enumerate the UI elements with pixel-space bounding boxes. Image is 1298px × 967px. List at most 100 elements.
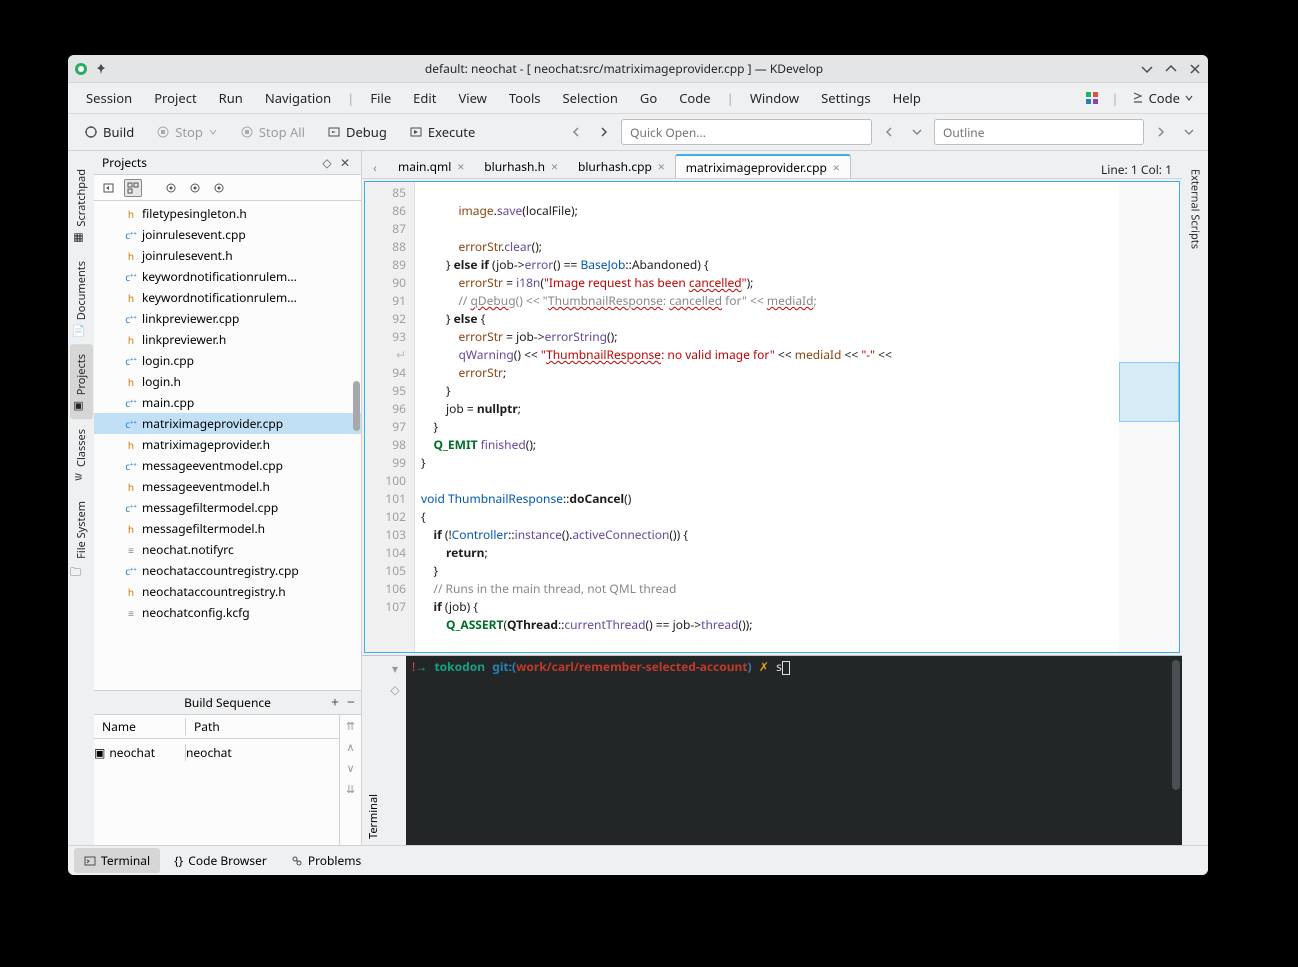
maximize-button[interactable] — [1164, 62, 1178, 76]
move-top-button[interactable]: ⇈ — [346, 719, 355, 734]
area-switcher-icon[interactable] — [1079, 89, 1105, 107]
menu-session[interactable]: Session — [76, 85, 142, 111]
tree-item[interactable]: c⁺⁺linkpreviewer.cpp — [94, 308, 361, 329]
editor-tab[interactable]: blurhash.cpp× — [568, 154, 675, 178]
vtab-documents[interactable]: 📄Documents — [70, 251, 93, 344]
project-tree[interactable]: hfiletypesingleton.hc⁺⁺joinrulesevent.cp… — [94, 201, 361, 690]
tree-item[interactable]: hfiletypesingleton.h — [94, 203, 361, 224]
editor-tab[interactable]: blurhash.h× — [474, 154, 568, 178]
tab-close-icon[interactable]: × — [658, 158, 665, 175]
tree-scrollbar[interactable] — [353, 381, 360, 431]
terminal-tab-label[interactable]: Terminal — [362, 656, 384, 845]
menu-tools[interactable]: Tools — [499, 85, 551, 111]
tree-item[interactable]: c⁺⁺keywordnotificationrulem... — [94, 266, 361, 287]
term-prev-button[interactable]: ◇ — [390, 681, 399, 698]
execute-button[interactable]: Execute — [401, 119, 483, 145]
build-button[interactable]: Build — [76, 119, 142, 145]
code-content[interactable]: image.save(localFile); errorStr.clear();… — [415, 182, 1119, 652]
menu-edit[interactable]: Edit — [403, 85, 446, 111]
tree-item[interactable]: hjoinrulesevent.h — [94, 245, 361, 266]
window-title: default: neochat - [ neochat:src/matrixi… — [108, 60, 1140, 77]
pin-icon[interactable] — [94, 62, 108, 76]
vtab-scratchpad[interactable]: ▦Scratchpad — [70, 159, 93, 251]
close-button[interactable] — [1188, 62, 1202, 76]
build-seq-remove-button[interactable]: − — [347, 693, 355, 712]
btab-code-browser[interactable]: {} Code Browser — [164, 848, 277, 873]
menu-file[interactable]: File — [360, 85, 401, 111]
terminal-scrollbar[interactable] — [1172, 660, 1180, 790]
minimap[interactable] — [1119, 182, 1179, 652]
sync-tree-button[interactable] — [100, 179, 118, 197]
move-up-button[interactable]: ∧ — [346, 740, 354, 755]
tree-item[interactable]: ≡neochat.notifyrc — [94, 539, 361, 560]
quick-open-input[interactable] — [621, 119, 872, 145]
build-seq-nav: ⇈ ∧ ∨ ⇊ — [339, 715, 361, 845]
btab-problems[interactable]: Problems — [281, 848, 371, 873]
code-area-button[interactable]: Code — [1125, 87, 1200, 109]
toolbar-menu-button[interactable] — [1178, 121, 1200, 143]
editor-tab[interactable]: main.qml× — [388, 154, 474, 178]
tree-item[interactable]: hmessagefiltermodel.h — [94, 518, 361, 539]
menu-project[interactable]: Project — [144, 85, 206, 111]
tree-item[interactable]: c⁺⁺messagefiltermodel.cpp — [94, 497, 361, 518]
tree-item[interactable]: c⁺⁺joinrulesevent.cpp — [94, 224, 361, 245]
menu-go[interactable]: Go — [630, 85, 667, 111]
tab-scroll-left[interactable]: ‹ — [364, 156, 386, 178]
menu-help[interactable]: Help — [883, 85, 931, 111]
minimap-viewport[interactable] — [1119, 362, 1179, 422]
tree-item[interactable]: c⁺⁺main.cpp — [94, 392, 361, 413]
tree-item[interactable]: hmatriximageprovider.h — [94, 434, 361, 455]
build-seq-row[interactable]: ▣neochat neochat — [94, 739, 339, 765]
vtab-projects[interactable]: ▣Projects — [70, 344, 93, 419]
nav-forward-button[interactable] — [593, 121, 615, 143]
tree-item[interactable]: hkeywordnotificationrulem... — [94, 287, 361, 308]
btab-terminal[interactable]: Terminal — [74, 848, 160, 873]
tree-item[interactable]: hmessageeventmodel.h — [94, 476, 361, 497]
terminal[interactable]: !→ tokodon git:(work/carl/remember-selec… — [406, 656, 1182, 845]
projects-panel-header: Projects ◇ ✕ — [94, 151, 361, 175]
tab-close-icon[interactable]: × — [833, 159, 840, 176]
menu-settings[interactable]: Settings — [811, 85, 880, 111]
tab-close-icon[interactable]: × — [551, 158, 558, 175]
tree-item[interactable]: c⁺⁺login.cpp — [94, 350, 361, 371]
nav-back-button[interactable] — [565, 121, 587, 143]
menu-code[interactable]: Code — [669, 85, 720, 111]
stop-all-label: Stop All — [259, 123, 305, 141]
minimize-button[interactable] — [1140, 62, 1154, 76]
outline-overflow-button[interactable] — [1150, 121, 1172, 143]
show-targets-button[interactable] — [124, 179, 142, 197]
move-bottom-button[interactable]: ⇊ — [346, 782, 355, 797]
panel-close-button[interactable]: ✕ — [337, 155, 353, 171]
debug-button[interactable]: Debug — [319, 119, 395, 145]
tree-item[interactable]: hlogin.h — [94, 371, 361, 392]
vtab-filesystem[interactable]: 🗀File System — [70, 491, 93, 583]
gear-button-3[interactable] — [210, 179, 228, 197]
outline-input[interactable] — [934, 119, 1144, 145]
outline-prev-button[interactable] — [878, 121, 900, 143]
stop-button[interactable]: Stop — [148, 119, 226, 145]
panel-float-button[interactable]: ◇ — [319, 155, 335, 171]
gear-button-2[interactable] — [186, 179, 204, 197]
build-seq-add-button[interactable]: + — [331, 693, 339, 712]
tree-item[interactable]: hneochataccountregistry.h — [94, 581, 361, 602]
move-down-button[interactable]: ∨ — [346, 761, 354, 776]
menu-window[interactable]: Window — [740, 85, 809, 111]
tree-item[interactable]: ≡neochatconfig.kcfg — [94, 602, 361, 623]
term-new-button[interactable]: ▾ — [392, 660, 398, 677]
menu-selection[interactable]: Selection — [553, 85, 628, 111]
tree-item[interactable]: c⁺⁺matriximageprovider.cpp — [94, 413, 361, 434]
vtab-classes[interactable]: ⚞Classes — [70, 419, 93, 491]
editor[interactable]: 858687888990919293↵949596979899100101102… — [364, 181, 1180, 653]
menu-run[interactable]: Run — [209, 85, 253, 111]
editor-tab[interactable]: matriximageprovider.cpp× — [675, 154, 851, 178]
gear-button-1[interactable] — [162, 179, 180, 197]
outline-next-button[interactable] — [906, 121, 928, 143]
vtab-external-scripts[interactable]: External Scripts — [1184, 159, 1207, 259]
tree-item[interactable]: c⁺⁺neochataccountregistry.cpp — [94, 560, 361, 581]
tree-item[interactable]: hlinkpreviewer.h — [94, 329, 361, 350]
tree-item[interactable]: c⁺⁺messageeventmodel.cpp — [94, 455, 361, 476]
stop-all-button[interactable]: Stop All — [232, 119, 313, 145]
menu-view[interactable]: View — [448, 85, 496, 111]
tab-close-icon[interactable]: × — [457, 158, 464, 175]
menu-navigation[interactable]: Navigation — [255, 85, 341, 111]
